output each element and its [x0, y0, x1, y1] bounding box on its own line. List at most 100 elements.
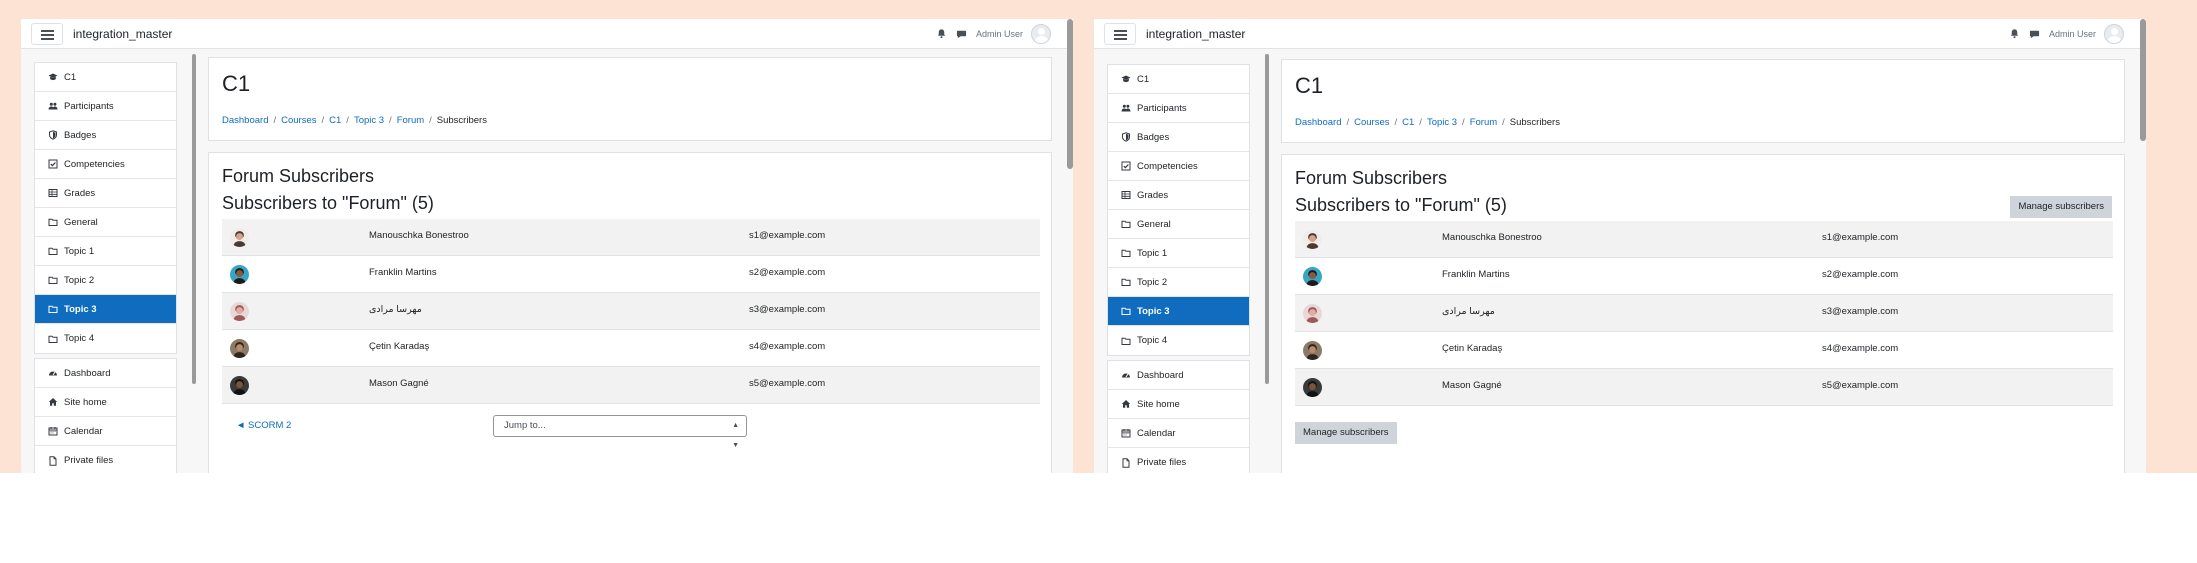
- nav-item-c1[interactable]: C1: [1108, 65, 1249, 94]
- table-row: مهرسا مرادی s3@example.com: [1295, 295, 2113, 332]
- subscriber-name[interactable]: Franklin Martins: [1442, 269, 1510, 280]
- nav-item-calendar[interactable]: Calendar: [35, 417, 176, 446]
- menu-toggle-button[interactable]: [1104, 23, 1136, 45]
- nav-item-topic-1[interactable]: Topic 1: [35, 237, 176, 266]
- nav-item-label: Topic 1: [64, 245, 95, 257]
- subscriber-name[interactable]: Franklin Martins: [369, 267, 437, 278]
- breadcrumb-item-topic-3[interactable]: Topic 3: [1427, 117, 1457, 128]
- site-nav-group: Dashboard Site home Calendar Private files: [1107, 360, 1250, 473]
- chat-icon[interactable]: [956, 28, 968, 40]
- user-name[interactable]: Admin User: [976, 29, 1023, 39]
- nav-item-site-home[interactable]: Site home: [35, 388, 176, 417]
- subscriber-name[interactable]: Çetin Karadaş: [1442, 343, 1502, 354]
- breadcrumb-item-dashboard[interactable]: Dashboard: [1295, 117, 1341, 128]
- nav-item-label: Competencies: [64, 158, 125, 170]
- user-picture[interactable]: [230, 302, 249, 321]
- nav-item-topic-1[interactable]: Topic 1: [1108, 239, 1249, 268]
- nav-item-label: General: [1137, 218, 1171, 230]
- bell-icon[interactable]: [936, 28, 948, 40]
- drawer-scrollbar[interactable]: [192, 54, 196, 384]
- nav-item-grades[interactable]: Grades: [1108, 181, 1249, 210]
- user-picture[interactable]: [230, 339, 249, 358]
- drawer-scrollbar[interactable]: [1265, 54, 1269, 384]
- nav-item-competencies[interactable]: Competencies: [1108, 152, 1249, 181]
- breadcrumb: Dashboard / Courses / C1 / Topic 3 / Forum / Subsc…: [222, 115, 487, 126]
- nav-item-participants[interactable]: Participants: [1108, 94, 1249, 123]
- nav-item-topic-4[interactable]: Topic 4: [1108, 326, 1249, 355]
- nav-item-topic-2[interactable]: Topic 2: [1108, 268, 1249, 297]
- breadcrumb-item-courses[interactable]: Courses: [281, 115, 316, 126]
- nav-item-label: Badges: [1137, 131, 1170, 143]
- user-picture[interactable]: [1303, 304, 1322, 323]
- subscriber-email: s4@example.com: [1822, 343, 1899, 354]
- breadcrumb-item-forum[interactable]: Forum: [1470, 117, 1497, 128]
- subscriber-name[interactable]: Mason Gagné: [369, 378, 429, 389]
- breadcrumb-item-c1[interactable]: C1: [1402, 117, 1414, 128]
- page-scrollbar[interactable]: [1067, 19, 1073, 169]
- user-picture[interactable]: [1303, 378, 1322, 397]
- nav-item-grades[interactable]: Grades: [35, 179, 176, 208]
- nav-item-site-home[interactable]: Site home: [1108, 390, 1249, 419]
- user-picture[interactable]: [230, 228, 249, 247]
- user-picture[interactable]: [230, 265, 249, 284]
- page-scrollbar[interactable]: [2140, 19, 2146, 141]
- course-nav-group: C1 Participants Badges Competencies Grades Ge…: [1107, 64, 1250, 356]
- breadcrumb-separator: /: [321, 115, 325, 126]
- nav-item-private-files[interactable]: Private files: [35, 446, 176, 473]
- subscriber-name[interactable]: Çetin Karadaş: [369, 341, 429, 352]
- prev-activity-link[interactable]: ◄ SCORM 2: [236, 420, 291, 431]
- site-name[interactable]: integration_master: [73, 27, 172, 41]
- subscriber-name[interactable]: مهرسا مرادی: [369, 304, 422, 315]
- breadcrumb-item-forum[interactable]: Forum: [397, 115, 424, 126]
- manage-subscribers-button-bottom[interactable]: Manage subscribers: [1295, 422, 1397, 444]
- nav-item-label: C1: [64, 71, 77, 83]
- manage-subscribers-button[interactable]: Manage subscribers: [2010, 196, 2112, 218]
- user-picture[interactable]: [1303, 341, 1322, 360]
- user-avatar[interactable]: [2104, 24, 2124, 44]
- subscriber-email: s5@example.com: [1822, 380, 1899, 391]
- nav-item-participants[interactable]: Participants: [35, 92, 176, 121]
- nav-item-badges[interactable]: Badges: [35, 121, 176, 150]
- nav-drawer: C1 Participants Badges Competencies Grades Ge…: [34, 62, 177, 473]
- shield-icon: [1121, 132, 1131, 142]
- subscriber-name[interactable]: Manouschka Bonestroo: [369, 230, 469, 241]
- tachometer-icon: [48, 368, 58, 378]
- bell-icon[interactable]: [2009, 28, 2021, 40]
- nav-item-private-files[interactable]: Private files: [1108, 448, 1249, 473]
- subscribers-heading: Subscribers to "Forum" (5): [222, 193, 434, 213]
- nav-item-competencies[interactable]: Competencies: [35, 150, 176, 179]
- breadcrumb-item-dashboard[interactable]: Dashboard: [222, 115, 268, 126]
- breadcrumb-item-courses[interactable]: Courses: [1354, 117, 1389, 128]
- subscriber-name[interactable]: مهرسا مرادی: [1442, 306, 1495, 317]
- nav-item-dashboard[interactable]: Dashboard: [35, 359, 176, 388]
- user-picture[interactable]: [1303, 230, 1322, 249]
- subscriber-name[interactable]: Mason Gagné: [1442, 380, 1502, 391]
- breadcrumb-item-topic-3[interactable]: Topic 3: [354, 115, 384, 126]
- nav-item-topic-2[interactable]: Topic 2: [35, 266, 176, 295]
- nav-item-dashboard[interactable]: Dashboard: [1108, 361, 1249, 390]
- screenshot-after: integration_master Admin User C1 Particip…: [1094, 19, 2146, 473]
- nav-item-topic-3[interactable]: Topic 3: [1108, 297, 1249, 326]
- breadcrumb-item-c1[interactable]: C1: [329, 115, 341, 126]
- nav-item-badges[interactable]: Badges: [1108, 123, 1249, 152]
- user-name[interactable]: Admin User: [2049, 29, 2096, 39]
- page-title: C1: [1295, 73, 1324, 98]
- user-avatar[interactable]: [1031, 24, 1051, 44]
- nav-item-general[interactable]: General: [35, 208, 176, 237]
- nav-item-c1[interactable]: C1: [35, 63, 176, 92]
- nav-item-label: Site home: [64, 396, 107, 408]
- site-name[interactable]: integration_master: [1146, 27, 1245, 41]
- nav-item-general[interactable]: General: [1108, 210, 1249, 239]
- section-heading: Forum Subscribers: [222, 166, 375, 186]
- nav-item-calendar[interactable]: Calendar: [1108, 419, 1249, 448]
- subscriber-name[interactable]: Manouschka Bonestroo: [1442, 232, 1542, 243]
- user-picture[interactable]: [1303, 267, 1322, 286]
- nav-item-topic-4[interactable]: Topic 4: [35, 324, 176, 353]
- table-icon: [1121, 190, 1131, 200]
- nav-item-topic-3[interactable]: Topic 3: [35, 295, 176, 324]
- jump-to-select[interactable]: Jump to... ▲ ▼: [493, 415, 747, 449]
- menu-toggle-button[interactable]: [31, 23, 63, 45]
- chat-icon[interactable]: [2029, 28, 2041, 40]
- table-row: Mason Gagné s5@example.com: [1295, 369, 2113, 406]
- user-picture[interactable]: [230, 376, 249, 395]
